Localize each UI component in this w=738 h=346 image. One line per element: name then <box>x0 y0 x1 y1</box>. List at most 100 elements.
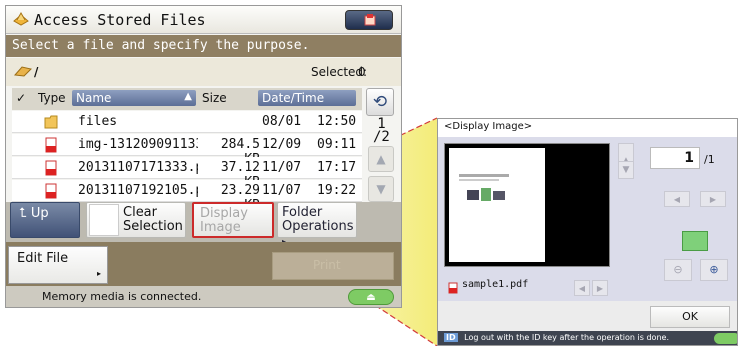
display-image-footer: OK ID Log out with the ID key after the … <box>438 301 737 345</box>
fit-page-button[interactable] <box>682 231 708 251</box>
file-time: 19:22 <box>317 183 357 198</box>
eject-media-button[interactable]: ⏏ <box>348 289 394 305</box>
zoom-out-icon: ⊖ <box>673 263 683 276</box>
image-preview <box>444 143 610 267</box>
table-row[interactable]: files 08/01 12:50 <box>12 111 362 133</box>
zoom-out-button[interactable]: ⊖ <box>664 259 692 281</box>
pdf-icon <box>448 282 458 294</box>
display-image-panel: <Display Image> ▲ ▼ sample1.pdf ◀ ▶ 1 /1… <box>437 118 738 346</box>
preview-filename: sample1.pdf <box>462 279 529 290</box>
page-total: /1 <box>704 153 715 166</box>
path-row: / Selected: 0 <box>6 58 401 86</box>
file-date: 11/07 <box>262 183 302 198</box>
instruction-text: Select a file and specify the purpose. <box>6 35 401 57</box>
table-row[interactable]: 20131107171333.pd 37.12 KB 11/07 17:17 <box>12 157 362 190</box>
refresh-button[interactable]: ⟲ <box>366 88 394 116</box>
pdf-icon <box>45 183 57 199</box>
edit-file-label: Edit File <box>17 251 69 266</box>
edit-row: Edit File ▸ Print <box>6 242 401 286</box>
file-name: 20131107192105.pd <box>78 183 198 198</box>
display-image-body: ▲ ▼ sample1.pdf ◀ ▶ 1 /1 ◀ ▶ ⊖ ⊕ <box>438 137 737 301</box>
next-file-button[interactable]: ▶ <box>592 280 608 296</box>
display-image-line1: Display <box>200 206 248 221</box>
name-header-label: Name <box>76 91 112 105</box>
pdf-icon <box>45 160 57 176</box>
up-arrow-icon: ⮤ <box>19 206 27 221</box>
table-header: ✓ Type Name ▲ Size Date/Time <box>12 88 362 110</box>
display-image-line2: Image <box>200 220 241 235</box>
print-button[interactable]: Print <box>272 252 394 280</box>
file-date: 11/07 <box>262 160 302 175</box>
zoom-in-button[interactable]: ⊕ <box>700 259 728 281</box>
clear-selection-button[interactable]: Clear Selection <box>86 202 186 238</box>
scroll-up-button[interactable]: ▲ <box>368 146 394 172</box>
current-path: / <box>34 65 39 79</box>
up-triangle-icon: ▲ <box>376 152 386 166</box>
up-button[interactable]: ⮤ Up <box>10 202 80 238</box>
file-time: 09:11 <box>317 137 357 152</box>
file-time: 17:17 <box>317 160 357 175</box>
clear-selection-line2: Selection <box>123 219 183 234</box>
clear-selection-label: Clear Selection <box>123 206 183 234</box>
left-triangle-icon: ◀ <box>673 195 681 204</box>
down-triangle-icon: ▼ <box>376 182 386 196</box>
eject-media-button[interactable] <box>714 333 737 344</box>
clear-selection-line1: Clear <box>123 205 157 220</box>
right-triangle-icon: ▶ <box>709 195 717 204</box>
selected-count: 0 <box>358 65 366 79</box>
right-triangle-icon: ▶ <box>596 284 604 293</box>
file-name: 20131107171333.pd <box>78 160 198 175</box>
pdf-icon <box>45 137 57 153</box>
preview-page-thumbnail <box>449 148 545 262</box>
display-image-button[interactable]: Display Image <box>192 202 274 238</box>
scroll-down-button[interactable]: ▼ <box>368 176 394 202</box>
table-row[interactable]: img-131209091133. 284.5 KB 12/09 09:11 <box>12 134 362 167</box>
name-column-header[interactable]: Name ▲ <box>72 90 196 106</box>
status-message: Memory media is connected. <box>42 290 202 303</box>
file-name: img-131209091133. <box>78 137 198 152</box>
access-stored-files-panel: Access Stored Files Select a file and sp… <box>5 5 402 308</box>
file-date: 12/09 <box>262 137 302 152</box>
device-status-button[interactable] <box>345 10 393 30</box>
folder-operations-button[interactable]: Folder Operations ▸ <box>277 202 357 246</box>
prev-file-button[interactable]: ◀ <box>574 280 590 296</box>
page-indicator: 1 /2 <box>373 117 390 145</box>
left-triangle-icon: ◀ <box>578 284 586 293</box>
size-column-header[interactable]: Size <box>198 90 256 106</box>
type-column-header[interactable]: Type <box>34 90 70 106</box>
check-icon: ✓ <box>16 91 27 105</box>
logout-notice: Log out with the ID key after the operat… <box>464 333 669 342</box>
display-image-title: <Display Image> <box>438 119 737 137</box>
down-triangle-icon: ▼ <box>622 165 630 175</box>
action-button-row: ⮤ Up Clear Selection Display Image Folde… <box>6 202 401 246</box>
sort-ascending-icon: ▲ <box>184 91 192 102</box>
media-icon <box>14 66 32 77</box>
logout-notice-bar: ID Log out with the ID key after the ope… <box>438 331 737 345</box>
file-time: 12:50 <box>317 114 357 129</box>
ok-button[interactable]: OK <box>650 306 730 328</box>
clear-selection-icon <box>89 204 119 236</box>
table-row[interactable]: 20131107192105.pd 23.29 KB 11/07 19:22 <box>12 180 362 213</box>
datetime-column-header[interactable]: Date/Time <box>258 90 356 106</box>
stored-files-icon <box>13 11 29 26</box>
folder-operations-line2: Operations <box>282 219 354 234</box>
device-icon <box>364 14 376 26</box>
window-title: Access Stored Files <box>34 11 206 29</box>
preview-scroll-down-button[interactable]: ▼ <box>618 161 634 179</box>
folder-operations-line1: Folder <box>282 205 323 220</box>
id-key-badge: ID <box>444 333 458 342</box>
zoom-in-icon: ⊕ <box>709 263 719 276</box>
title-bar: Access Stored Files <box>6 6 401 34</box>
file-date: 08/01 <box>262 114 302 129</box>
submenu-arrow-icon: ▸ <box>97 269 102 278</box>
edit-file-button[interactable]: Edit File ▸ <box>8 246 108 284</box>
page-number-field[interactable]: 1 <box>650 147 700 169</box>
page-total: /2 <box>373 129 390 145</box>
next-page-button[interactable]: ▶ <box>700 191 726 207</box>
folder-icon <box>44 115 58 129</box>
eject-icon: ⏏ <box>366 292 376 303</box>
status-bar: Memory media is connected. ⏏ <box>6 286 401 307</box>
up-button-label: Up <box>30 206 49 221</box>
file-name: files <box>78 114 118 129</box>
prev-page-button[interactable]: ◀ <box>664 191 690 207</box>
